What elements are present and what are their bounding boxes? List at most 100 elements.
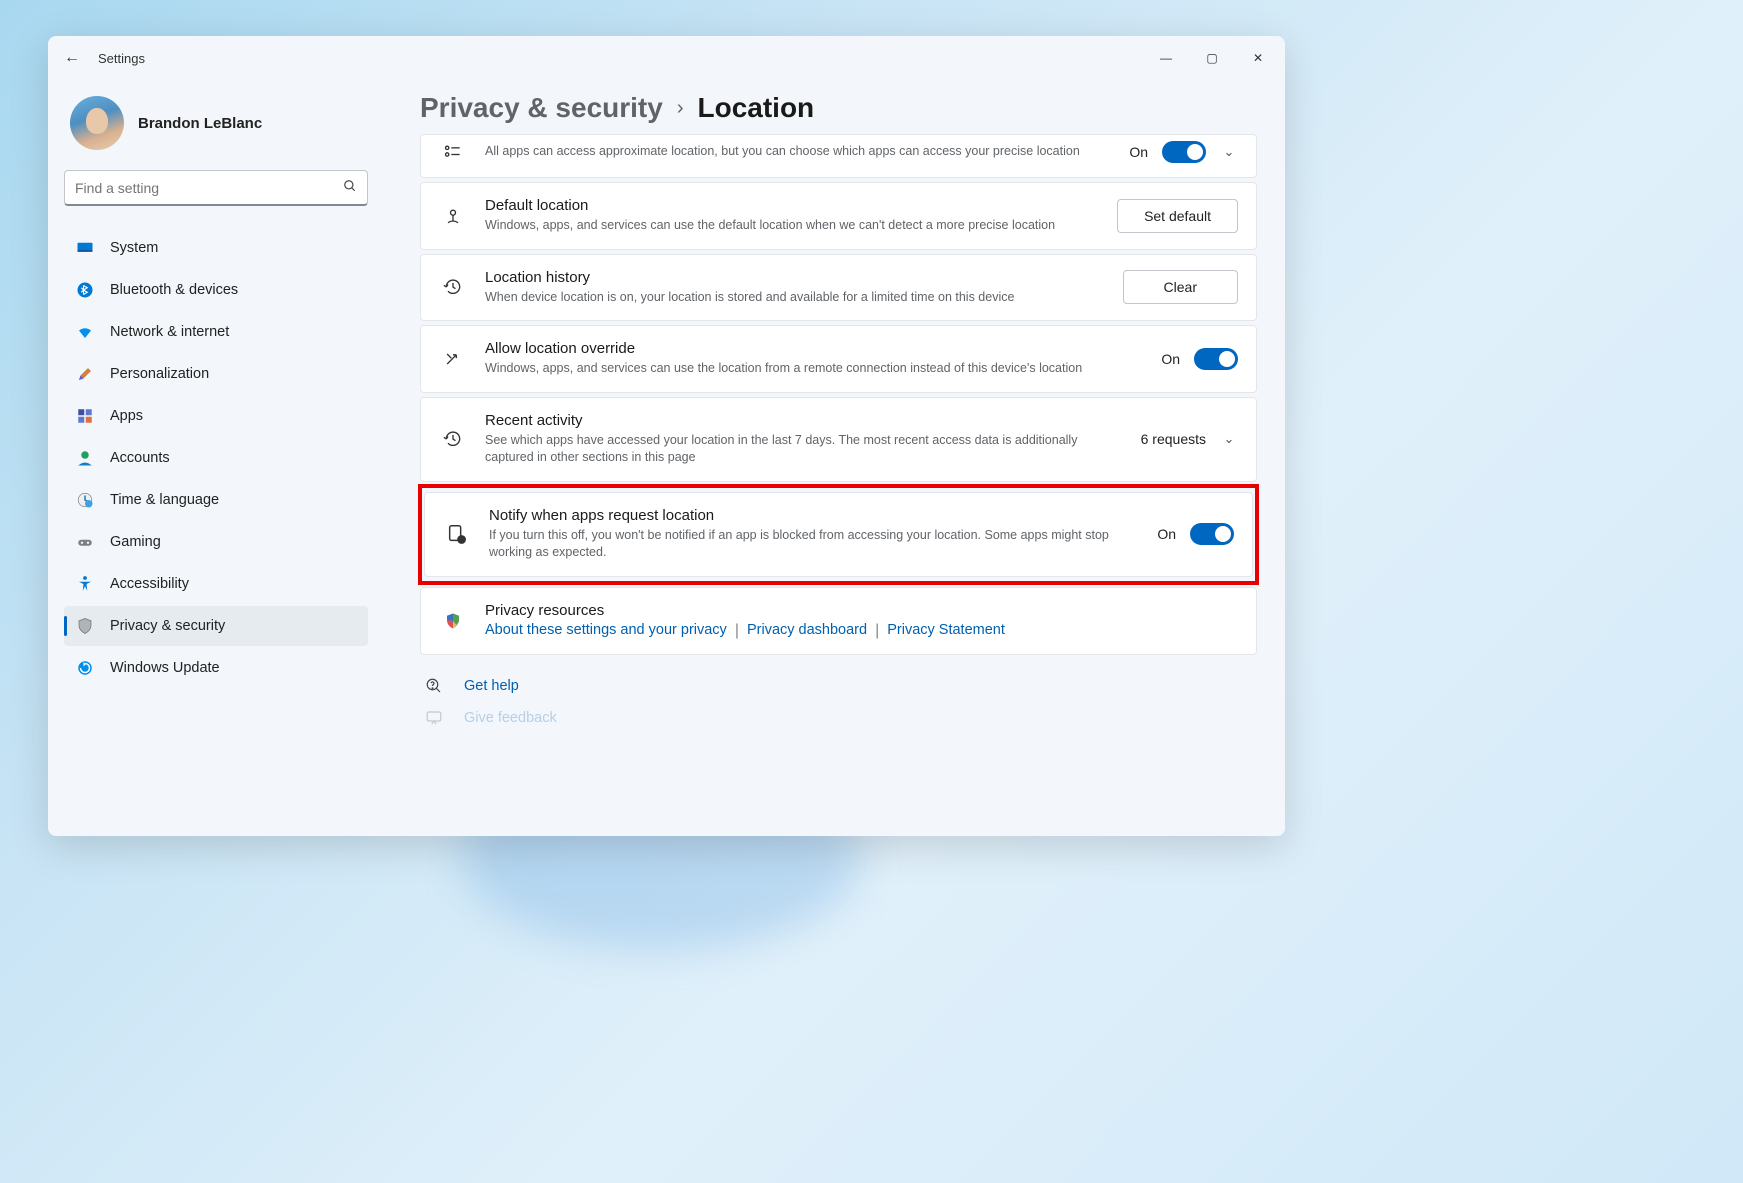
about-settings-link[interactable]: About these settings and your privacy [485, 622, 727, 640]
nav-accessibility[interactable]: Accessibility [64, 564, 368, 604]
nav-label: Accounts [110, 450, 170, 466]
chevron-down-icon[interactable]: ⌄ [1220, 431, 1238, 447]
history-desc: When device location is on, your locatio… [485, 289, 1105, 307]
notify-title: Notify when apps request location [489, 507, 1139, 524]
titlebar: ← Settings — ▢ ✕ [48, 36, 1285, 80]
update-icon [76, 659, 94, 677]
nav-time[interactable]: Time & language [64, 480, 368, 520]
breadcrumb: Privacy & security › Location [420, 92, 1257, 124]
nav-personalization[interactable]: Personalization [64, 354, 368, 394]
notify-state: On [1157, 526, 1176, 542]
nav-network[interactable]: Network & internet [64, 312, 368, 352]
apps-icon [76, 407, 94, 425]
nav-label: Personalization [110, 366, 209, 382]
recent-title: Recent activity [485, 412, 1123, 429]
wifi-icon [76, 323, 94, 341]
approx-state: On [1129, 144, 1148, 160]
get-help-link[interactable]: Get help [420, 677, 1257, 695]
profile[interactable]: Brandon LeBlanc [70, 96, 368, 150]
default-desc: Windows, apps, and services can use the … [485, 217, 1099, 235]
nav-accounts[interactable]: Accounts [64, 438, 368, 478]
settings-window: ← Settings — ▢ ✕ Brandon LeBlanc [48, 36, 1285, 836]
avatar [70, 96, 124, 150]
close-button[interactable]: ✕ [1235, 42, 1281, 74]
nav-privacy[interactable]: Privacy & security [64, 606, 368, 646]
nav-label: Windows Update [110, 660, 220, 676]
username: Brandon LeBlanc [138, 115, 262, 132]
feedback-icon [420, 709, 448, 727]
shield-icon [76, 617, 94, 635]
nav-update[interactable]: Windows Update [64, 648, 368, 688]
highlight-annotation: i Notify when apps request location If y… [418, 484, 1259, 585]
help-icon [420, 677, 448, 695]
nav-label: Network & internet [110, 324, 229, 340]
accessibility-icon [76, 575, 94, 593]
history-title: Location history [485, 269, 1105, 286]
chevron-right-icon: › [677, 97, 684, 120]
nav-label: Privacy & security [110, 618, 225, 634]
resources-title: Privacy resources [485, 602, 1238, 619]
default-title: Default location [485, 197, 1099, 214]
back-button[interactable]: ← [56, 42, 88, 74]
nav-bluetooth[interactable]: Bluetooth & devices [64, 270, 368, 310]
map-pin-icon [439, 206, 467, 226]
nav-label: Time & language [110, 492, 219, 508]
chevron-down-icon[interactable]: ⌄ [1220, 144, 1238, 160]
override-row: Allow location override Windows, apps, a… [420, 325, 1257, 393]
nav-apps[interactable]: Apps [64, 396, 368, 436]
window-controls: — ▢ ✕ [1143, 42, 1281, 74]
approx-toggle[interactable] [1162, 141, 1206, 163]
person-icon [76, 449, 94, 467]
privacy-statement-link[interactable]: Privacy Statement [887, 622, 1005, 640]
approx-desc: All apps can access approximate location… [485, 143, 1111, 161]
recent-activity-row[interactable]: Recent activity See which apps have acce… [420, 397, 1257, 482]
minimize-button[interactable]: — [1143, 42, 1189, 74]
arrows-cross-icon [439, 349, 467, 369]
feedback-label: Give feedback [464, 710, 557, 726]
shield-color-icon [439, 612, 467, 630]
override-desc: Windows, apps, and services can use the … [485, 360, 1143, 378]
notify-desc: If you turn this off, you won't be notif… [489, 527, 1139, 562]
default-location-row: Default location Windows, apps, and serv… [420, 182, 1257, 250]
help-label: Get help [464, 678, 519, 694]
approx-location-row[interactable]: All apps can access approximate location… [420, 134, 1257, 178]
notify-toggle[interactable] [1190, 523, 1234, 545]
give-feedback-link[interactable]: Give feedback [420, 709, 1257, 727]
brush-icon [76, 365, 94, 383]
breadcrumb-parent[interactable]: Privacy & security [420, 92, 663, 124]
main-content: Privacy & security › Location All apps c… [384, 80, 1285, 836]
resources-row: Privacy resources About these settings a… [420, 587, 1257, 655]
maximize-button[interactable]: ▢ [1189, 42, 1235, 74]
nav-system[interactable]: System [64, 228, 368, 268]
sidebar: Brandon LeBlanc System [48, 80, 384, 836]
search-input[interactable] [75, 180, 343, 196]
nav-label: Accessibility [110, 576, 189, 592]
override-toggle[interactable] [1194, 348, 1238, 370]
history-row: Location history When device location is… [420, 254, 1257, 322]
notify-location-icon: i [443, 523, 471, 545]
notify-row: i Notify when apps request location If y… [424, 492, 1253, 577]
set-default-button[interactable]: Set default [1117, 199, 1238, 233]
gamepad-icon [76, 533, 94, 551]
history-icon [439, 277, 467, 297]
override-title: Allow location override [485, 340, 1143, 357]
nav-gaming[interactable]: Gaming [64, 522, 368, 562]
app-title: Settings [98, 51, 145, 66]
nav-label: Bluetooth & devices [110, 282, 238, 298]
page-title: Location [697, 92, 814, 124]
nav-label: Gaming [110, 534, 161, 550]
recent-desc: See which apps have accessed your locati… [485, 432, 1123, 467]
nav-label: System [110, 240, 158, 256]
search-icon [343, 179, 357, 196]
bluetooth-icon [76, 281, 94, 299]
nav-list: System Bluetooth & devices Network & int… [64, 228, 368, 688]
svg-text:i: i [461, 538, 462, 544]
recent-count: 6 requests [1141, 431, 1206, 447]
search-box[interactable] [64, 170, 368, 206]
toggle-list-icon [439, 142, 467, 162]
clock-globe-icon [76, 491, 94, 509]
nav-label: Apps [110, 408, 143, 424]
clear-button[interactable]: Clear [1123, 270, 1238, 304]
override-state: On [1161, 351, 1180, 367]
privacy-dashboard-link[interactable]: Privacy dashboard [747, 622, 867, 640]
